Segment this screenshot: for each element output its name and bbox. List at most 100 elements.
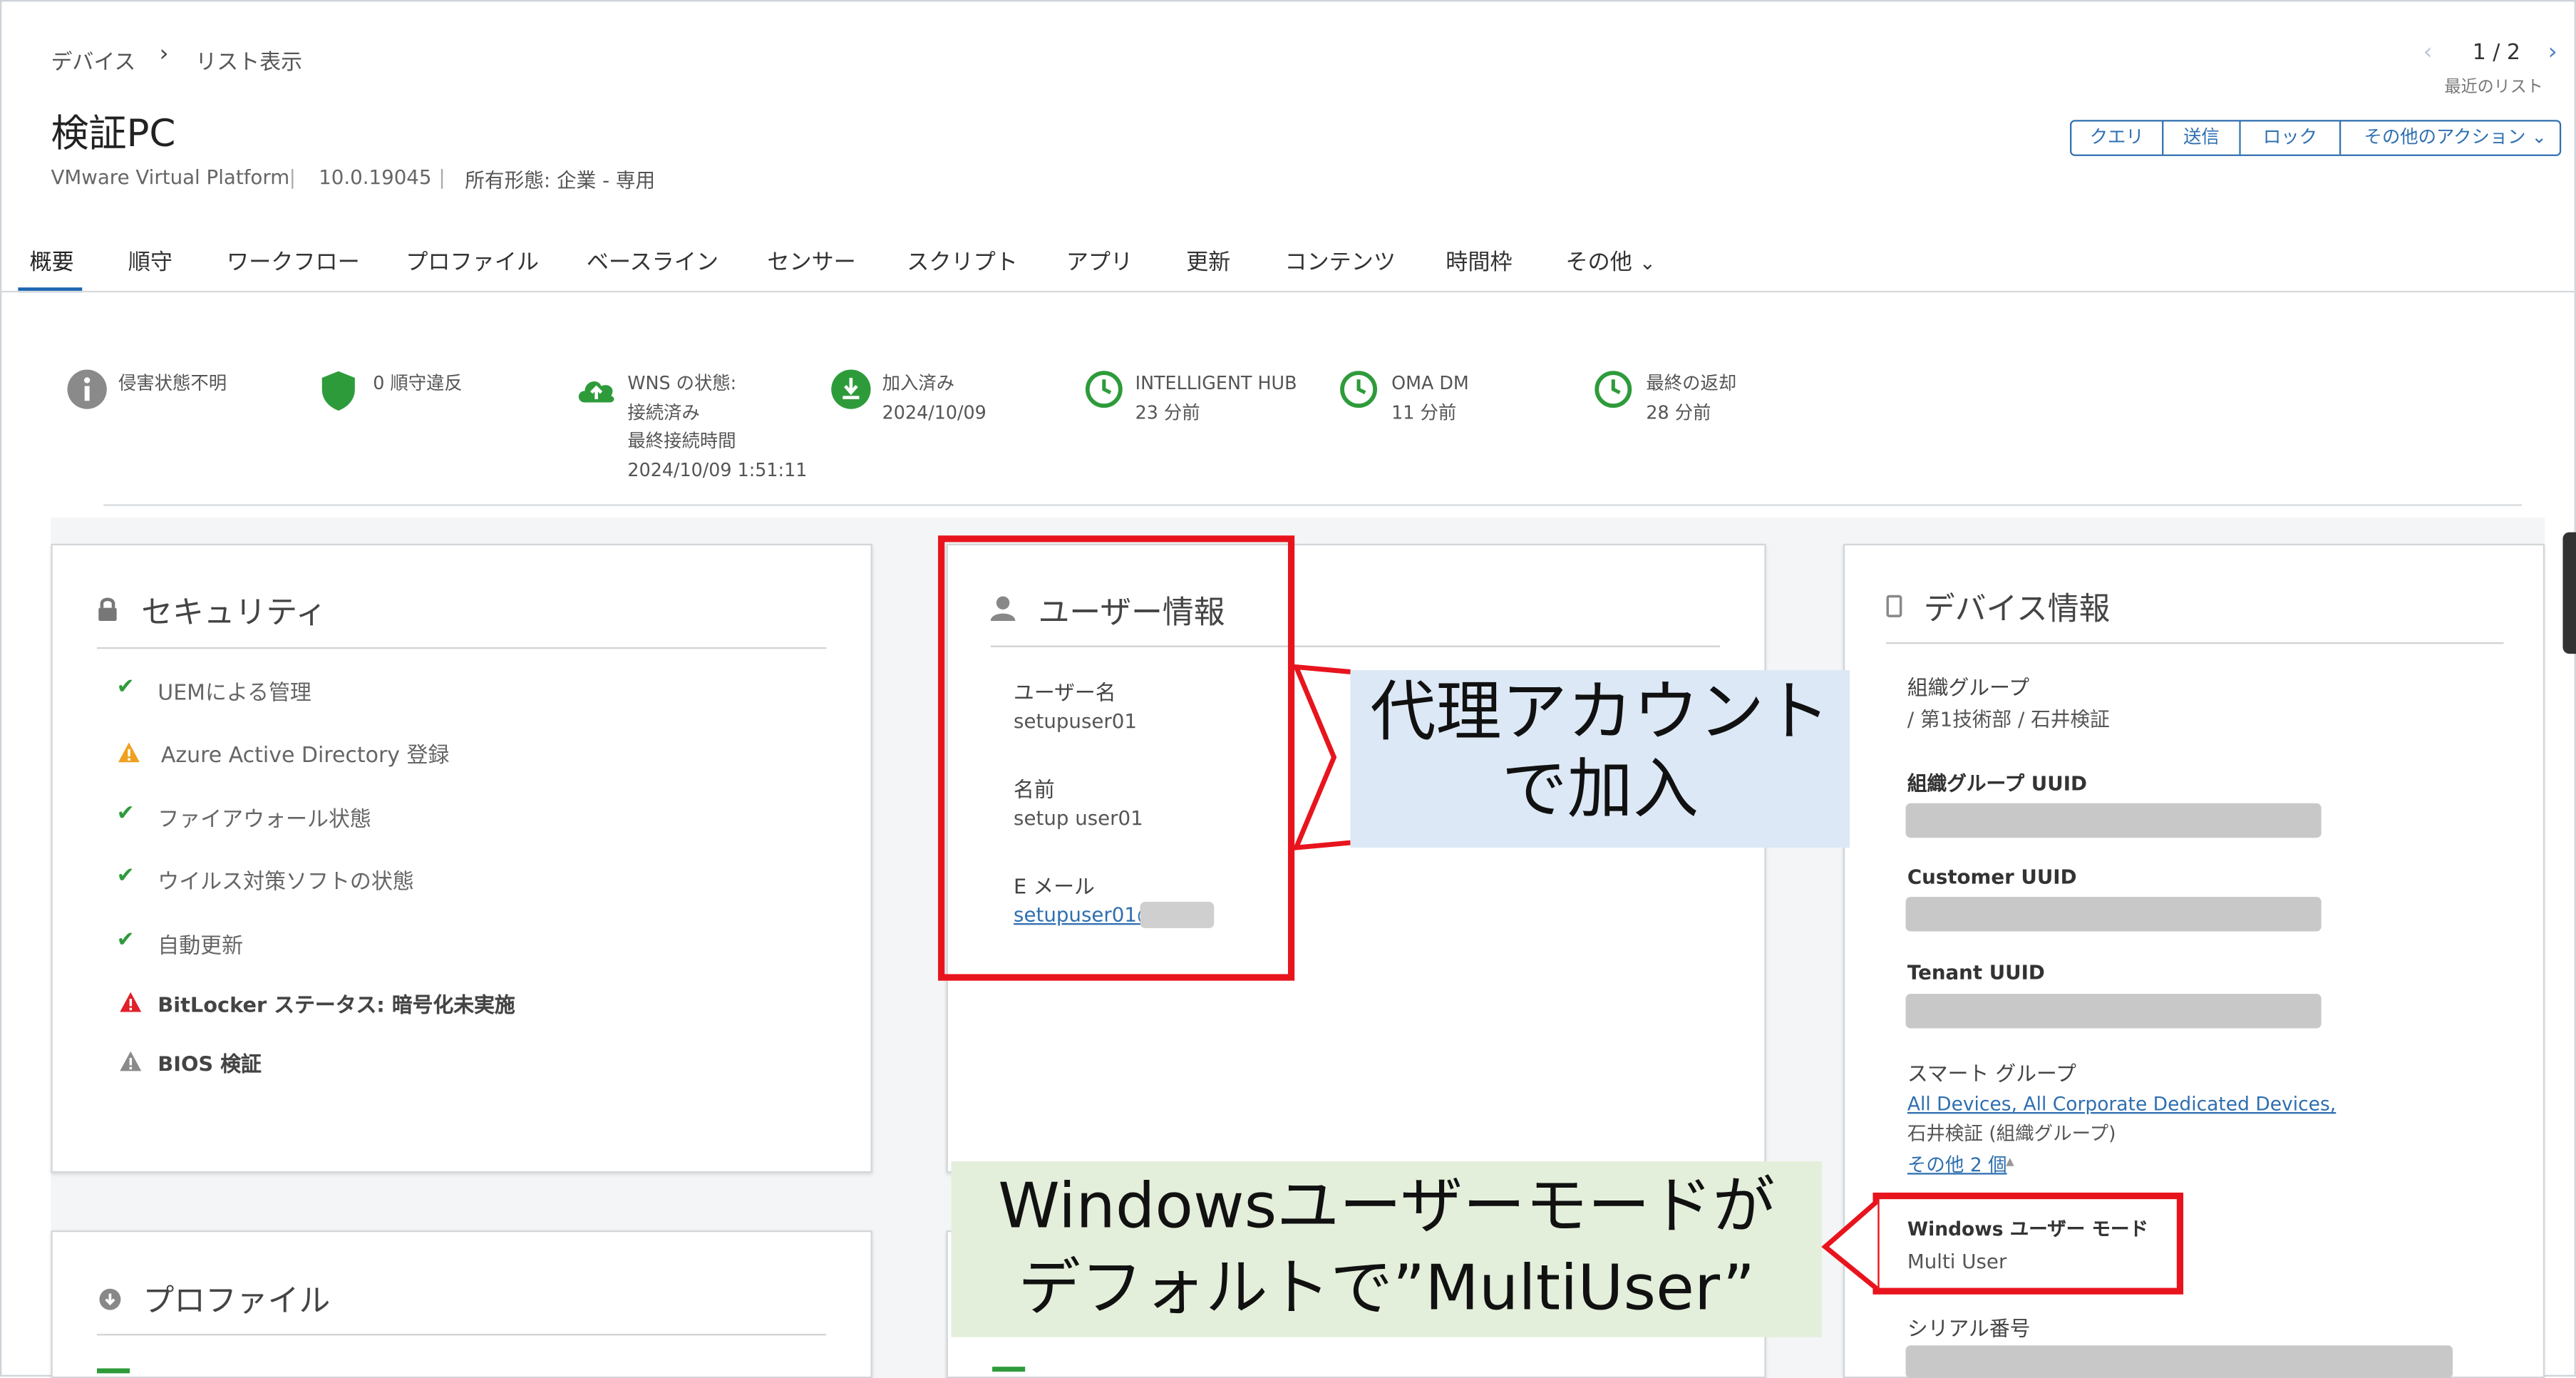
wns-line3: 最終接続時間	[627, 430, 736, 452]
customer-uuid-label: Customer UUID	[1907, 865, 2077, 889]
warning-icon	[117, 739, 142, 771]
error-icon	[118, 989, 143, 1020]
tabs-divider	[1, 290, 2576, 293]
tab-overview[interactable]: 概要	[29, 243, 73, 276]
tab-sensors[interactable]: センサー	[767, 243, 855, 276]
security-item: ウイルス対策ソフトの状態	[158, 870, 414, 895]
callout-line: Windowsユーザーモードが	[998, 1169, 1776, 1243]
security-item: BIOS 検証	[158, 1051, 262, 1076]
security-item: Azure Active Directory 登録	[160, 744, 450, 769]
tab-workflow[interactable]: ワークフロー	[227, 243, 360, 276]
prev-icon[interactable]: ‹	[2423, 39, 2433, 66]
compliance-status: 0 順守違反	[373, 373, 463, 395]
serial-label: シリアル番号	[1907, 1315, 2031, 1341]
clock-icon	[1594, 369, 1633, 408]
device-info-title: デバイス情報	[1923, 591, 2111, 628]
tab-baselines[interactable]: ベースライン	[587, 243, 718, 276]
chevron-down-icon: ⌄	[1639, 251, 1656, 274]
card-divider	[96, 647, 827, 649]
compromised-status: 侵害状態不明	[118, 373, 227, 395]
breadcrumb-chevron-icon: ›	[159, 41, 169, 68]
profile-title: プロファイル	[143, 1282, 331, 1320]
redacted-customer-uuid	[1905, 897, 2322, 932]
breadcrumb-current: リスト表示	[195, 51, 303, 76]
smart-group-label: スマート グループ	[1907, 1061, 2076, 1086]
breadcrumb-parent[interactable]: デバイス	[51, 44, 135, 76]
callout-line: で加入	[1501, 752, 1699, 828]
ownership-text: 所有形態: 企業 - 専用	[465, 169, 656, 192]
security-title: セキュリティ	[141, 595, 327, 631]
highlight-win-user-mode	[1872, 1192, 2184, 1295]
profile-item-partial	[96, 1365, 294, 1378]
page-title: 検証PC	[51, 113, 176, 156]
item-partial	[992, 1367, 1026, 1372]
callout-line: 代理アカウント	[1370, 675, 1830, 751]
pager-position: 1 / 2	[2472, 41, 2520, 66]
org-group-value: / 第1技術部 / 石井検証	[1907, 708, 2110, 731]
pager-label: 最近のリスト	[2444, 78, 2543, 97]
enrolled-line1: 加入済み	[882, 373, 955, 395]
tab-compliance[interactable]: 順守	[128, 243, 172, 276]
clock-icon	[1339, 369, 1378, 408]
expand-icon[interactable]: ▴	[2006, 1153, 2014, 1171]
send-button[interactable]: 送信	[2163, 121, 2241, 155]
screenshot-stage: デバイス › リスト表示 検証PC VMware Virtual Platfor…	[0, 0, 2576, 1378]
lastseen-line2: 28 分前	[1646, 401, 1711, 423]
wns-status: WNS の状態: 接続済み 最終接続時間 2024/10/09 1:51:11	[627, 369, 807, 484]
wns-line2: 接続済み	[627, 401, 700, 423]
enrolled-status: 加入済み 2024/10/09	[882, 369, 986, 427]
callout-line: デフォルトで”MultiUser”	[1018, 1251, 1756, 1325]
hub-line1: INTELLIGENT HUB	[1135, 373, 1297, 395]
security-card	[51, 543, 872, 1173]
divider: |	[289, 165, 296, 189]
card-divider	[96, 1334, 827, 1336]
redacted-serial	[1905, 1345, 2453, 1378]
more-actions-label: その他のアクション	[2364, 126, 2526, 148]
next-icon[interactable]: ›	[2548, 39, 2557, 66]
proxy-account-text: 代理アカウント で加入	[1351, 675, 1850, 830]
security-item: ファイアウォール状態	[158, 808, 371, 833]
tab-apps[interactable]: アプリ	[1066, 243, 1133, 276]
tab-updates[interactable]: 更新	[1186, 243, 1230, 276]
query-button[interactable]: クエリ	[2071, 121, 2164, 155]
warning-gray-icon	[118, 1048, 143, 1079]
card-divider	[1885, 642, 2504, 644]
divider: |	[438, 165, 445, 189]
callout-pointer	[1292, 663, 1351, 851]
tab-time-windows[interactable]: 時間枠	[1446, 243, 1512, 276]
more-actions-button[interactable]: その他のアクション ⌄	[2341, 121, 2560, 155]
check-icon: ✔	[116, 864, 135, 889]
smart-group-text: 石井検証 (組織グループ)	[1907, 1121, 2116, 1146]
shield-icon	[319, 369, 358, 412]
version-text: 10.0.19045	[319, 165, 432, 189]
check-icon: ✔	[116, 801, 135, 827]
download-icon	[98, 1286, 121, 1310]
enrolled-line2: 2024/10/09	[882, 401, 986, 423]
tenant-uuid-label: Tenant UUID	[1907, 961, 2045, 984]
lock-button[interactable]: ロック	[2240, 121, 2341, 155]
security-item: BitLocker ステータス: 暗号化未実施	[158, 992, 515, 1017]
chevron-down-icon: ⌄	[2531, 126, 2547, 148]
org-uuid-label: 組織グループ UUID	[1907, 772, 2087, 796]
cloud-upload-icon	[575, 373, 618, 406]
tab-more-label: その他	[1565, 250, 1632, 277]
lock-icon	[97, 596, 118, 622]
device-icon	[1886, 593, 1902, 617]
smart-group-links[interactable]: All Devices, All Corporate Dedicated Dev…	[1907, 1092, 2336, 1115]
scrollbar-thumb[interactable]	[2562, 532, 2576, 654]
tab-profiles[interactable]: プロファイル	[406, 243, 539, 276]
tab-content[interactable]: コンテンツ	[1284, 243, 1396, 276]
lastseen-line1: 最終の返却	[1646, 373, 1737, 395]
smart-group-more-link[interactable]: その他 2 個	[1907, 1151, 2007, 1178]
omadm-status: OMA DM 11 分前	[1391, 369, 1469, 427]
wns-line4: 2024/10/09 1:51:11	[627, 459, 808, 481]
action-bar: クエリ 送信 ロック その他のアクション ⌄	[2070, 120, 2562, 156]
tab-scripts[interactable]: スクリプト	[907, 243, 1018, 276]
hub-status: INTELLIGENT HUB 23 分前	[1135, 369, 1297, 427]
check-icon: ✔	[116, 675, 135, 700]
hub-line2: 23 分前	[1135, 401, 1200, 423]
tab-more[interactable]: その他 ⌄	[1565, 243, 1655, 276]
wns-line1: WNS の状態:	[627, 373, 737, 395]
info-icon	[67, 369, 107, 409]
platform-text: VMware Virtual Platform	[51, 165, 290, 189]
